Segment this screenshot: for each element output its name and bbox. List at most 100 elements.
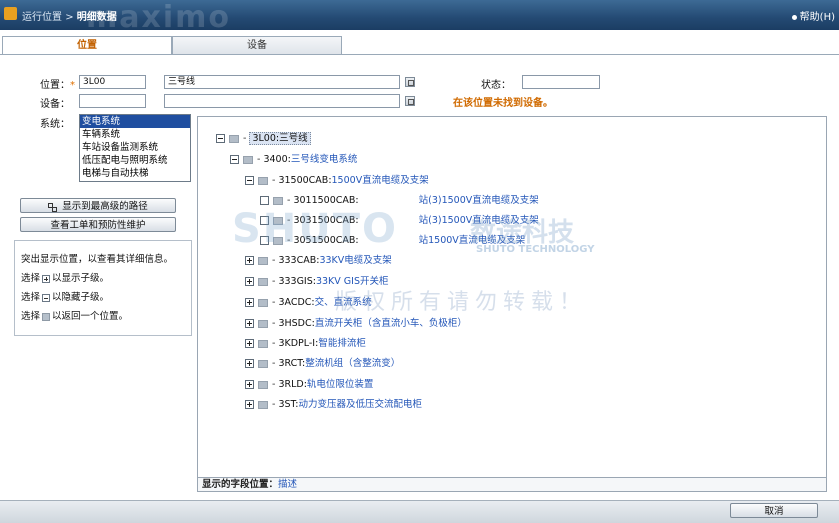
tree-node-code[interactable]: 3HSDC (278, 318, 311, 329)
location-description-input[interactable] (164, 75, 400, 89)
location-node-icon[interactable] (229, 134, 239, 143)
bullet-icon (791, 14, 797, 20)
tree-node-code[interactable]: 3KDPL-I (278, 338, 315, 349)
tree-dash: - (272, 399, 276, 410)
location-node-icon[interactable] (258, 339, 268, 348)
help-hide-text: 以隐藏子级。 (52, 292, 110, 303)
breadcrumb-separator: > (65, 12, 74, 23)
footer-field-link[interactable]: 描述 (278, 479, 297, 490)
tree-node[interactable]: -3HSDC:直流开关柜（含直流小车、负极柜） (245, 317, 467, 330)
tree-node-desc[interactable]: 动力变压器及低压交流配电柜 (298, 399, 422, 410)
tree-node[interactable]: -3L00:三号线 (216, 132, 311, 145)
tree-node-desc[interactable]: 1500V直流电缆及支架 (332, 175, 429, 186)
asset-lookup-icon[interactable] (405, 96, 415, 106)
asset-label: 设备： (40, 99, 70, 110)
app-logo-icon (4, 7, 17, 20)
tree-dash: - (257, 154, 261, 165)
location-label: 位置：* (40, 76, 75, 91)
copyright-watermark: 版权所有请勿转载！ (335, 290, 588, 315)
tree-node[interactable]: -333CAB:33KV电缆及支架 (245, 254, 392, 267)
tree-node-code[interactable]: 3RCT (278, 358, 302, 369)
status-label: 状态： (481, 80, 511, 91)
collapse-icon[interactable] (216, 134, 225, 143)
location-lookup-icon[interactable] (405, 77, 415, 87)
system-listbox[interactable]: 变电系统 车辆系统 车站设备监测系统 低压配电与照明系统 电梯与自动扶梯 (79, 114, 191, 182)
tree-node-desc[interactable]: 整流机组（含整流变） (305, 358, 400, 369)
location-node-icon[interactable] (258, 256, 268, 265)
help-select-text: 选择 (21, 292, 41, 303)
help-link[interactable]: 帮助(H) (791, 8, 835, 23)
cancel-button[interactable]: 取消 (730, 503, 818, 518)
shuto-watermark: SHUTO (232, 206, 399, 252)
asset-description-input[interactable] (164, 94, 400, 108)
tree-node-code[interactable]: 3ST (278, 399, 295, 410)
tree-node-label[interactable]: 3L00:三号线 (249, 132, 311, 145)
breadcrumb-item-operating-location[interactable]: 运行位置 (22, 12, 62, 23)
expand-icon[interactable] (245, 359, 254, 368)
tree-node[interactable]: -3RCT:整流机组（含整流变） (245, 357, 400, 370)
tree-node-code[interactable]: 31500CAB (278, 175, 328, 186)
leaf-icon (260, 196, 269, 205)
expand-icon[interactable] (245, 277, 254, 286)
tree-node-desc[interactable]: 直流开关柜（含直流小车、负极柜） (315, 318, 467, 329)
system-option[interactable]: 车辆系统 (80, 128, 190, 141)
tree-node[interactable]: -3RLD:轨电位限位装置 (245, 378, 373, 391)
collapse-icon[interactable] (245, 176, 254, 185)
help-panel: 突出显示位置，以查看其详细信息。 选择 以显示子级。 选择 以隐藏子级。 选择 以返回… (14, 240, 192, 336)
asset-input[interactable] (79, 94, 146, 108)
system-option[interactable]: 低压配电与照明系统 (80, 154, 190, 167)
help-line-hide: 选择 以隐藏子级。 (21, 289, 109, 303)
expand-icon[interactable] (245, 256, 254, 265)
tree-node-code[interactable]: 333CAB (278, 255, 316, 266)
tree-node-code: 3L00 (252, 133, 276, 144)
show-top-path-button[interactable]: 显示到最高级的路径 (20, 198, 176, 213)
bottom-bar (0, 500, 839, 523)
tree-node-code[interactable]: 3400 (263, 154, 287, 165)
tree-node-desc[interactable]: 智能排流柜 (318, 338, 366, 349)
footer-label: 显示的字段位置： (202, 479, 279, 490)
tree-dash: - (272, 297, 276, 308)
tree-node-code[interactable]: 3ACDC (278, 297, 311, 308)
system-option[interactable]: 电梯与自动扶梯 (80, 167, 190, 180)
tree-node[interactable]: -3ST:动力变压器及低压交流配电柜 (245, 398, 422, 411)
status-input[interactable] (522, 75, 600, 89)
location-node-icon[interactable] (258, 319, 268, 328)
tab-location[interactable]: 位置 (2, 36, 172, 54)
tree-node-desc[interactable]: 轨电位限位装置 (307, 379, 374, 390)
tree-node-desc[interactable]: 三号线变电系统 (291, 154, 358, 165)
tab-asset[interactable]: 设备 (172, 36, 342, 54)
tree-dash: - (272, 175, 276, 186)
expand-icon[interactable] (245, 319, 254, 328)
tree-dash: - (272, 276, 276, 287)
location-node-icon[interactable] (243, 155, 253, 164)
tree-node-code[interactable]: 3011500CAB (293, 195, 355, 206)
tree-node-desc[interactable]: 站(3)1500V直流电缆及支架 (419, 195, 539, 206)
location-node-icon[interactable] (258, 380, 268, 389)
tree-node[interactable]: -31500CAB:1500V直流电缆及支架 (245, 174, 429, 187)
help-line-highlight: 突出显示位置，以查看其详细信息。 (21, 254, 174, 265)
show-top-path-label: 显示到最高级的路径 (62, 201, 148, 212)
expand-icon[interactable] (245, 339, 254, 348)
tree-node-code[interactable]: 3RLD (278, 379, 303, 390)
collapse-icon (42, 293, 51, 302)
tree-node-desc[interactable]: 33KV电缆及支架 (319, 255, 391, 266)
location-node-icon[interactable] (258, 400, 268, 409)
location-node-icon[interactable] (273, 196, 283, 205)
view-work-orders-button[interactable]: 查看工单和预防性维护 (20, 217, 176, 232)
collapse-icon[interactable] (230, 155, 239, 164)
location-node-icon[interactable] (258, 298, 268, 307)
tree-node[interactable]: -3KDPL-I:智能排流柜 (245, 337, 366, 350)
expand-icon[interactable] (245, 400, 254, 409)
location-node-icon[interactable] (258, 176, 268, 185)
location-node-icon[interactable] (258, 359, 268, 368)
system-option[interactable]: 变电系统 (80, 115, 190, 128)
tree-node-code[interactable]: 333GIS (278, 276, 312, 287)
expand-icon[interactable] (245, 380, 254, 389)
location-input[interactable] (79, 75, 146, 89)
tree-dash: - (272, 318, 276, 329)
location-node-icon[interactable] (258, 277, 268, 286)
system-option[interactable]: 车站设备监测系统 (80, 141, 190, 154)
expand-icon[interactable] (245, 298, 254, 307)
help-label: 帮助(H) (799, 12, 835, 23)
tree-node[interactable]: -3400:三号线变电系统 (230, 153, 357, 166)
